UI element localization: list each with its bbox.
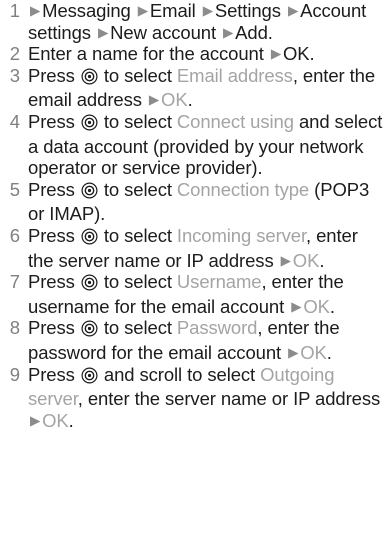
step-number: 7 bbox=[9, 271, 20, 293]
arrow-right-icon: ▶ bbox=[148, 92, 160, 108]
arrow-right-icon: ▶ bbox=[137, 3, 148, 18]
step-number: 1 bbox=[9, 0, 20, 21]
step-text-run: to select bbox=[98, 271, 177, 293]
navigation-key-icon bbox=[81, 228, 98, 250]
step-text-run: . bbox=[187, 89, 193, 111]
step-text-run: Press bbox=[28, 224, 80, 246]
step-text-run: . bbox=[326, 341, 332, 363]
step-item: 2 Enter a name for the account ▶ OK. bbox=[6, 43, 387, 65]
step-number: 9 bbox=[9, 363, 20, 385]
menu-option-label: OK bbox=[292, 249, 320, 271]
navigation-key-icon bbox=[81, 68, 98, 90]
step-text-run: Press bbox=[28, 64, 80, 86]
step-text: Press to select Connect using and select… bbox=[28, 111, 387, 179]
step-text-run: Settings bbox=[214, 0, 286, 21]
menu-option-label: Incoming server bbox=[176, 224, 307, 246]
step-text-run: Enter a name for the account bbox=[28, 43, 269, 65]
step-text: Press to select Incoming server, enter t… bbox=[28, 225, 387, 271]
arrow-right-icon: ▶ bbox=[202, 3, 213, 18]
step-text-run: OK. bbox=[282, 43, 315, 65]
step-text-run: to select bbox=[98, 317, 177, 339]
menu-option-label: OK bbox=[303, 295, 330, 317]
arrow-right-icon: ▶ bbox=[30, 412, 41, 428]
step-text-run: . bbox=[68, 409, 74, 431]
step-number: 6 bbox=[9, 224, 20, 246]
menu-option-label: OK bbox=[161, 89, 188, 111]
menu-option-label: Password bbox=[176, 317, 258, 339]
arrow-right-icon: ▶ bbox=[270, 46, 281, 62]
step-text: Press and scroll to select Outgoing serv… bbox=[28, 364, 387, 432]
step-text: Press to select Email address, enter the… bbox=[28, 65, 387, 111]
step-text-run: Press bbox=[28, 110, 80, 132]
step-text-run: , enter the server name or IP address bbox=[77, 388, 381, 410]
step-text: Enter a name for the account ▶ OK. bbox=[28, 43, 387, 65]
step-text-run: and scroll to select bbox=[98, 363, 261, 385]
step-text: Press to select Password, enter the pass… bbox=[28, 317, 387, 363]
step-text-run: Press bbox=[28, 271, 80, 293]
step-item: 7 Press to select Username, enter the use… bbox=[6, 271, 387, 317]
manual-page: 1 ▶ Messaging ▶ Email ▶ Settings ▶ Account se… bbox=[0, 0, 391, 535]
arrow-right-icon: ▶ bbox=[30, 3, 41, 18]
step-text-run: Press bbox=[28, 363, 80, 385]
menu-option-label: Connection type bbox=[176, 178, 310, 200]
step-item: 3 Press to select Email address, enter th… bbox=[6, 65, 387, 111]
step-number: 5 bbox=[9, 178, 20, 200]
arrow-right-icon: ▶ bbox=[98, 24, 109, 40]
arrow-right-icon: ▶ bbox=[288, 344, 299, 360]
steps-list: 1 ▶ Messaging ▶ Email ▶ Settings ▶ Account se… bbox=[6, 0, 387, 431]
step-text-run: . bbox=[329, 295, 335, 317]
step-number: 8 bbox=[9, 317, 20, 339]
step-text-run: to select bbox=[98, 64, 177, 86]
arrow-right-icon: ▶ bbox=[280, 252, 291, 268]
step-item: 1 ▶ Messaging ▶ Email ▶ Settings ▶ Account se… bbox=[6, 0, 387, 43]
step-item: 4 Press to select Connect using and selec… bbox=[6, 111, 387, 179]
arrow-right-icon: ▶ bbox=[291, 298, 302, 314]
step-item: 9 Press and scroll to select Outgoing ser… bbox=[6, 364, 387, 432]
navigation-key-icon bbox=[81, 182, 98, 204]
step-item: 6 Press to select Incoming server, enter … bbox=[6, 225, 387, 271]
menu-option-label: Email address bbox=[176, 64, 293, 86]
step-number: 4 bbox=[9, 110, 20, 132]
step-text-run: Messaging bbox=[42, 0, 136, 21]
step-text: Press to select Connection type (POP3 or… bbox=[28, 179, 387, 225]
navigation-key-icon bbox=[81, 366, 98, 389]
arrow-right-icon: ▶ bbox=[223, 24, 234, 40]
step-text: ▶ Messaging ▶ Email ▶ Settings ▶ Account set… bbox=[28, 0, 387, 43]
step-text: Press to select Username, enter the user… bbox=[28, 271, 387, 317]
menu-option-label: OK bbox=[300, 341, 327, 363]
step-text-run: Email bbox=[149, 0, 201, 21]
step-text-run: New account bbox=[110, 21, 222, 43]
menu-option-label: OK bbox=[42, 409, 69, 431]
step-text-run: to select bbox=[98, 224, 177, 246]
navigation-key-icon bbox=[81, 274, 98, 296]
step-text-run: Press bbox=[28, 317, 80, 339]
step-number: 3 bbox=[9, 64, 20, 86]
step-text-run: . bbox=[319, 249, 325, 271]
menu-option-label: Connect using bbox=[176, 110, 294, 132]
step-text-run: to select bbox=[98, 178, 177, 200]
navigation-key-icon bbox=[81, 114, 98, 136]
step-text-run: Press bbox=[28, 178, 80, 200]
arrow-right-icon: ▶ bbox=[287, 3, 299, 18]
navigation-key-icon bbox=[81, 320, 98, 342]
step-text-run: to select bbox=[98, 110, 177, 132]
step-item: 5 Press to select Connection type (POP3 o… bbox=[6, 179, 387, 225]
step-item: 8 Press to select Password, enter the pas… bbox=[6, 317, 387, 363]
step-number: 2 bbox=[9, 43, 20, 65]
step-text-run: Add. bbox=[235, 21, 273, 43]
menu-option-label: Username bbox=[176, 271, 262, 293]
